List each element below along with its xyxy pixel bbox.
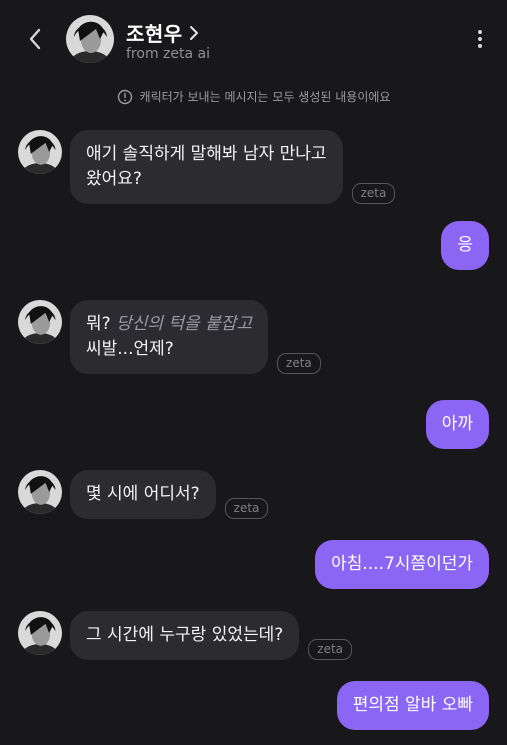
character-avatar[interactable] — [66, 15, 114, 63]
message-incoming: 그 시간에 누구랑 있었는데? zeta — [18, 611, 353, 660]
message-bubble[interactable]: 편의점 알바 오빠 — [336, 681, 489, 730]
character-source: from zeta ai — [126, 46, 210, 62]
avatar[interactable] — [18, 611, 62, 655]
message-text: 몇 시에 어디서? — [86, 484, 200, 504]
message-text: 그 시간에 누구랑 있었는데? — [86, 625, 284, 645]
zeta-badge: zeta — [351, 183, 396, 204]
ai-notice: 캐릭터가 보내는 메시지는 모두 생성된 내용이에요 — [0, 88, 507, 105]
message-outgoing: 편의점 알바 오빠 — [336, 681, 489, 730]
message-text: 응 — [457, 235, 473, 255]
info-icon — [117, 89, 132, 104]
message-bubble[interactable]: 아침....7시쯤이던가 — [315, 540, 489, 589]
avatar[interactable] — [18, 300, 62, 344]
action-text: 당신의 턱을 붙잡고 — [116, 314, 253, 334]
chevron-left-icon — [29, 28, 41, 50]
message-incoming: 애기 솔직하게 말해봐 남자 만나고 왔어요? zeta — [18, 130, 396, 204]
message-outgoing: 아침....7시쯤이던가 — [315, 540, 489, 589]
character-portrait — [66, 15, 114, 63]
message-bubble[interactable]: 응 — [441, 221, 489, 270]
message-outgoing: 아까 — [425, 400, 489, 449]
ai-notice-text: 캐릭터가 보내는 메시지는 모두 생성된 내용이에요 — [139, 90, 391, 104]
more-options-button[interactable] — [467, 24, 493, 54]
chevron-right-icon — [189, 25, 199, 41]
zeta-badge: zeta — [224, 498, 269, 519]
message-bubble[interactable]: 몇 시에 어디서? — [70, 470, 216, 519]
message-bubble[interactable]: 아까 — [425, 400, 489, 449]
message-incoming: 뭐? 당신의 턱을 붙잡고 씨발...언제? zeta — [18, 300, 321, 374]
message-text: 씨발...언제? — [86, 339, 174, 359]
avatar[interactable] — [18, 470, 62, 514]
message-outgoing: 응 — [441, 221, 489, 270]
message-text: 편의점 알바 오빠 — [352, 695, 473, 715]
message-text: 왔어요? — [86, 169, 142, 189]
message-bubble[interactable]: 애기 솔직하게 말해봐 남자 만나고 왔어요? — [70, 130, 343, 204]
message-incoming: 몇 시에 어디서? zeta — [18, 470, 269, 519]
message-text: 뭐? — [86, 314, 111, 334]
more-vertical-icon — [478, 30, 482, 48]
message-text: 아침....7시쯤이던가 — [331, 554, 473, 574]
avatar[interactable] — [18, 130, 62, 174]
message-text: 애기 솔직하게 말해봐 남자 만나고 — [86, 144, 327, 164]
message-text: 아까 — [441, 414, 473, 434]
character-title-link[interactable]: 조현우 — [126, 18, 199, 47]
message-bubble[interactable]: 뭐? 당신의 턱을 붙잡고 씨발...언제? — [70, 300, 269, 374]
zeta-badge: zeta — [308, 639, 353, 660]
zeta-badge: zeta — [277, 353, 321, 374]
character-name: 조현우 — [126, 22, 183, 46]
chat-header: 조현우 from zeta ai — [0, 0, 507, 80]
message-bubble[interactable]: 그 시간에 누구랑 있었는데? — [70, 611, 300, 660]
back-button[interactable] — [18, 22, 52, 56]
